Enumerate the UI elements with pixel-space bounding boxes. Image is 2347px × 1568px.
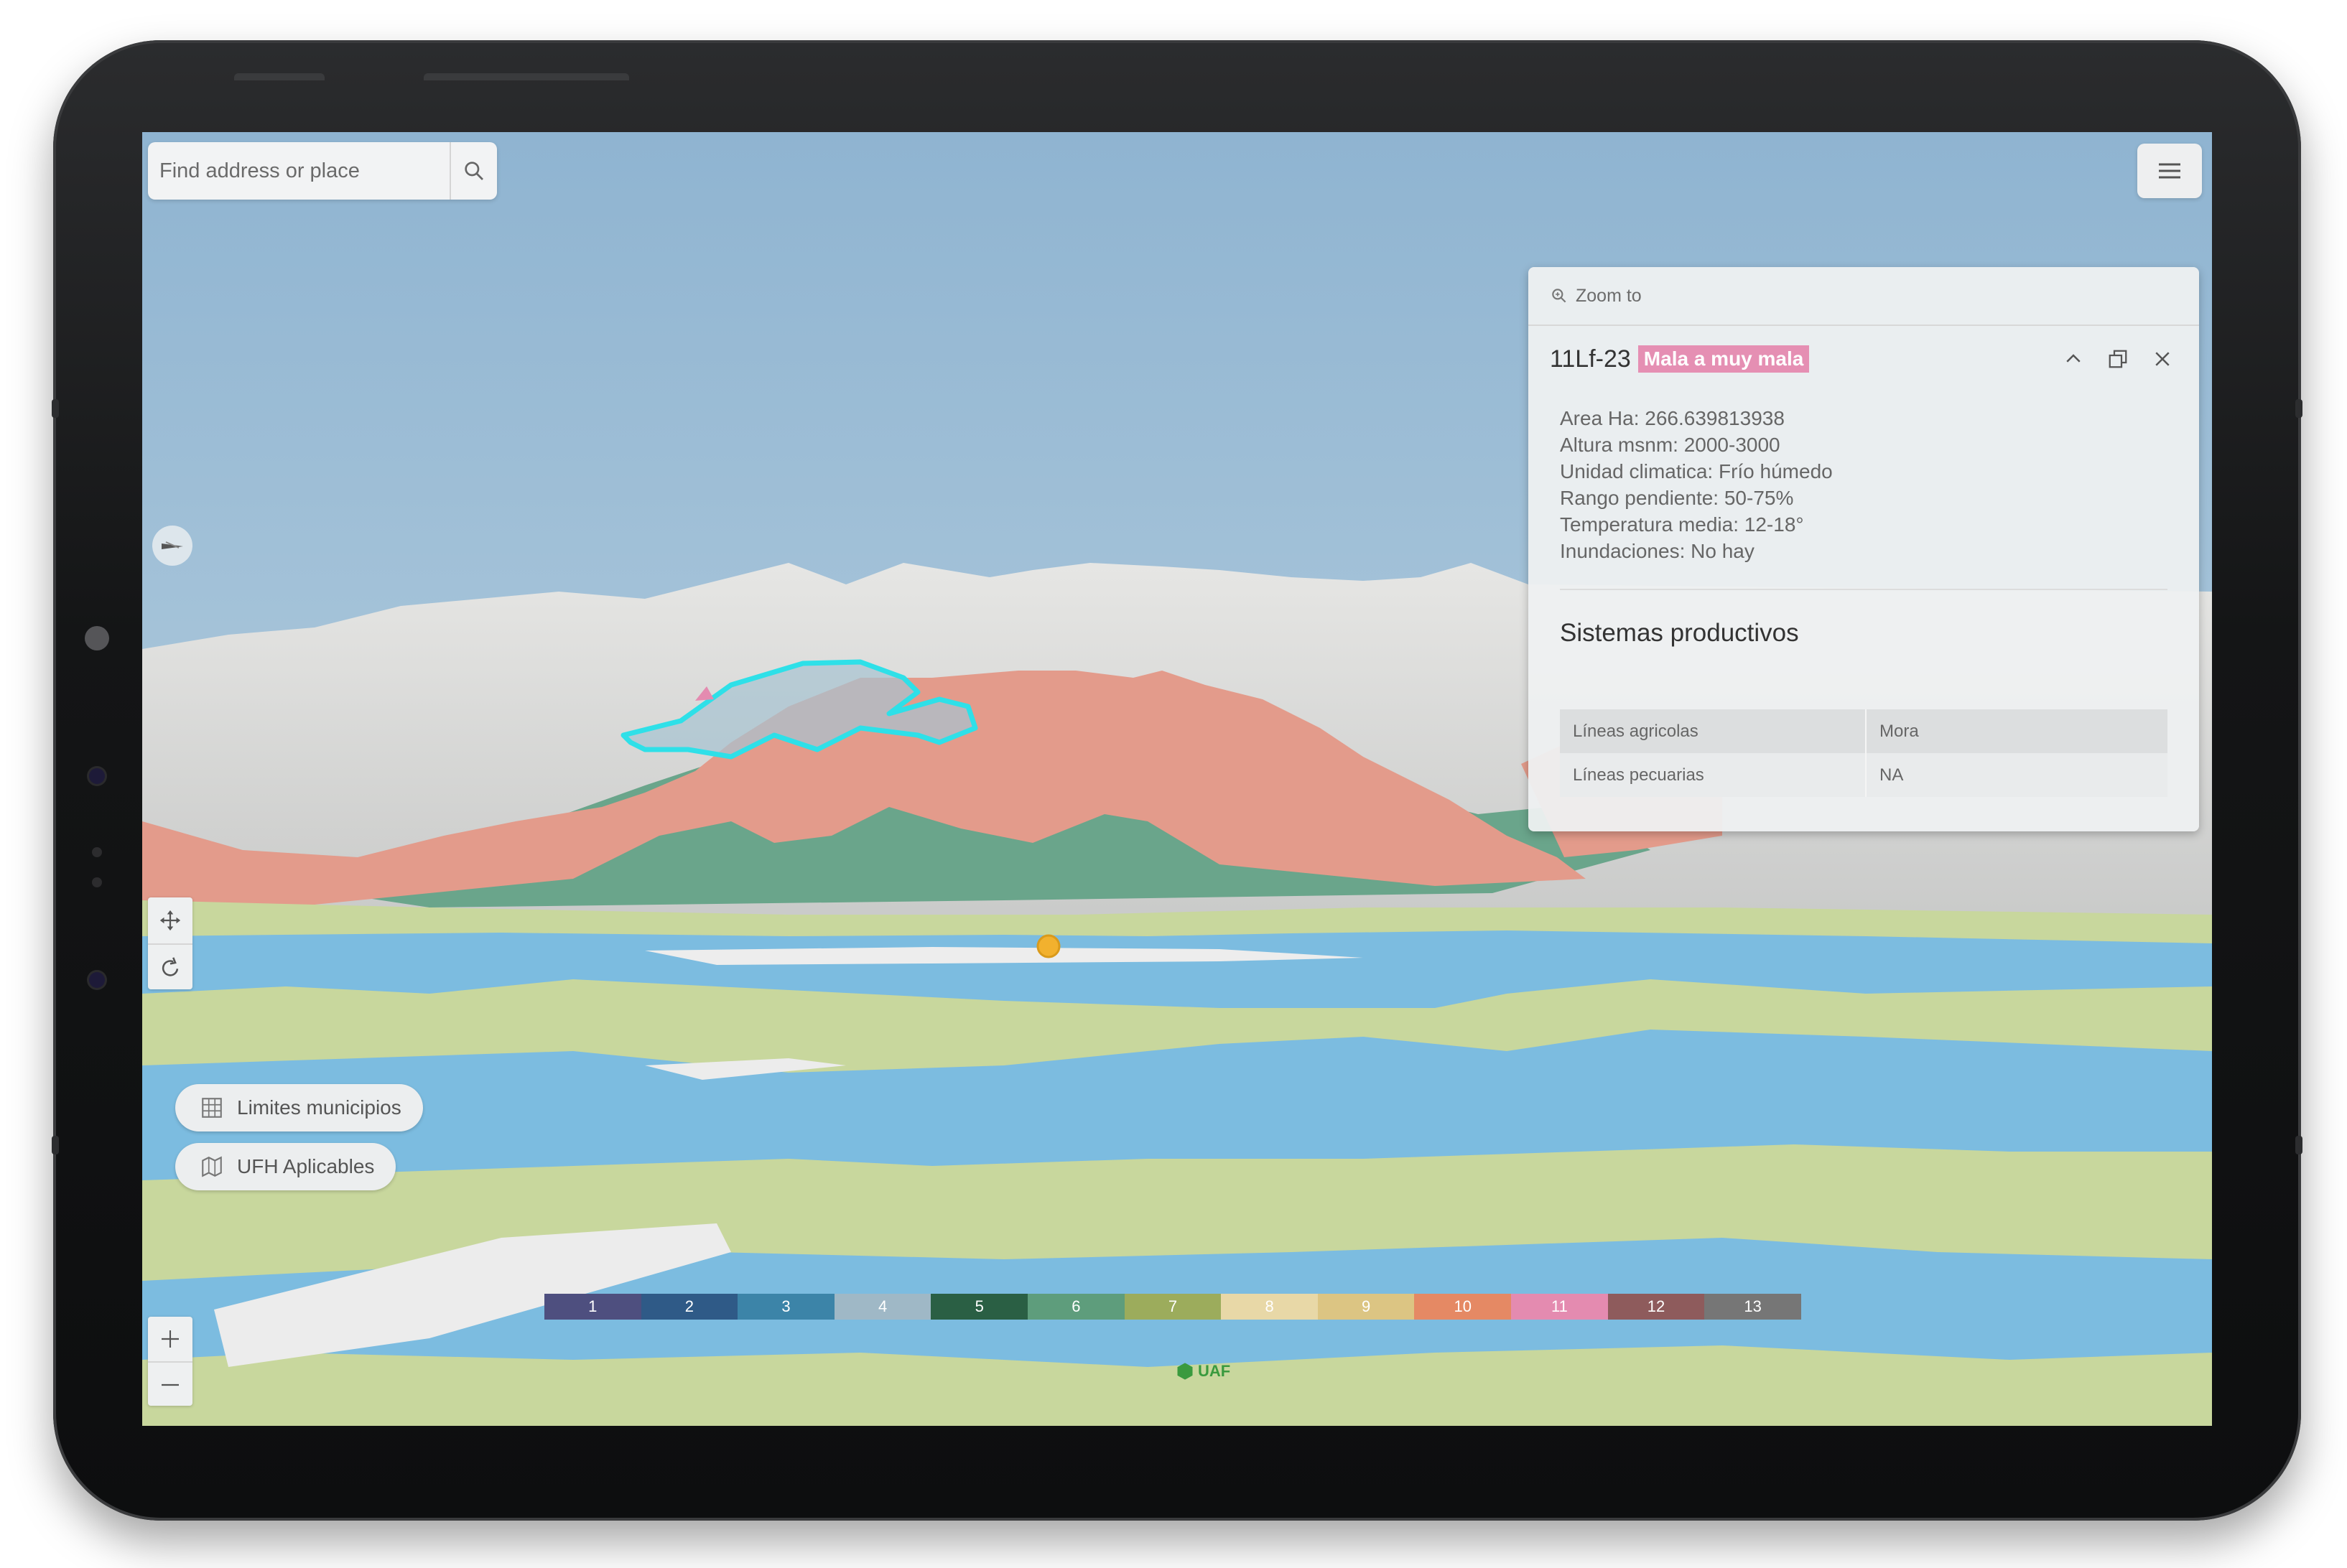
rotate-button[interactable] bbox=[148, 943, 192, 991]
legend-class-12: 12 bbox=[1607, 1294, 1705, 1320]
hamburger-menu-icon bbox=[2159, 163, 2180, 179]
sensor-dot-icon bbox=[89, 972, 105, 988]
legend-class-5: 5 bbox=[931, 1294, 1028, 1320]
zoom-to-button[interactable]: Zoom to bbox=[1528, 267, 2199, 326]
search-button[interactable] bbox=[450, 142, 497, 200]
grid-icon bbox=[200, 1096, 224, 1120]
compass-button[interactable] bbox=[152, 526, 192, 566]
legend-class-4: 4 bbox=[834, 1294, 931, 1320]
pan-button[interactable] bbox=[148, 897, 192, 943]
camera-lens-icon bbox=[85, 626, 109, 650]
zoom-controls bbox=[148, 1317, 192, 1406]
sensor-dot-icon bbox=[92, 847, 102, 857]
section-title: Sistemas productivos bbox=[1560, 619, 1799, 647]
search-widget[interactable]: Find address or place bbox=[148, 142, 497, 200]
attribute-altitude: Altura msnm: 2000-3000 bbox=[1560, 434, 1780, 456]
attribute-area: Area Ha: 266.639813938 bbox=[1560, 407, 1785, 429]
menu-button[interactable] bbox=[2137, 144, 2202, 198]
table-row: Líneas agricolas Mora bbox=[1560, 709, 2167, 753]
dock-window-icon bbox=[2109, 350, 2127, 368]
legend-class-8: 8 bbox=[1221, 1294, 1318, 1320]
quality-badge: Mala a muy mala bbox=[1637, 345, 1810, 373]
table-key: Líneas pecuarias bbox=[1560, 753, 1867, 797]
layer-chip-ufh-aplicables[interactable]: UFH Aplicables bbox=[175, 1143, 396, 1190]
close-icon bbox=[2155, 352, 2170, 366]
compass-icon bbox=[162, 541, 183, 549]
uaf-logo: UAF bbox=[1175, 1361, 1230, 1381]
table-value: Mora bbox=[1866, 709, 2167, 753]
tablet-side-button-right bbox=[2295, 399, 2302, 418]
layer-chip-label: UFH Aplicables bbox=[237, 1155, 375, 1177]
legend-class-2: 2 bbox=[641, 1294, 738, 1320]
attribute-slope: Rango pendiente: 50-75% bbox=[1560, 487, 1794, 509]
plus-icon bbox=[162, 1330, 179, 1348]
popup-attributes: Area Ha: 266.639813938 Altura msnm: 2000… bbox=[1528, 392, 2199, 564]
popup-header: 11Lf-23 Mala a muy mala bbox=[1528, 326, 2199, 392]
logo-text: UAF bbox=[1198, 1362, 1231, 1380]
productive-systems-table: Líneas agricolas Mora Líneas pecuarias N… bbox=[1560, 709, 2167, 797]
sensor-dot-icon bbox=[89, 768, 105, 784]
tablet-volume-button bbox=[424, 73, 629, 80]
legend-class-9: 9 bbox=[1317, 1294, 1415, 1320]
pan-arrows-icon bbox=[159, 910, 181, 931]
dock-button[interactable] bbox=[2096, 342, 2140, 376]
table-row: Líneas pecuarias NA bbox=[1560, 753, 2167, 797]
minus-icon bbox=[162, 1383, 179, 1386]
location-marker[interactable] bbox=[1036, 934, 1061, 958]
class-legend: 1 2 3 4 5 6 7 8 9 10 11 12 13 bbox=[544, 1294, 1801, 1320]
legend-class-13: 13 bbox=[1704, 1294, 1801, 1320]
table-value: NA bbox=[1866, 753, 2167, 797]
legend-class-7: 7 bbox=[1124, 1294, 1222, 1320]
zoom-in-button[interactable] bbox=[148, 1317, 192, 1361]
tablet-top-button bbox=[234, 73, 325, 80]
rotate-icon bbox=[162, 957, 179, 976]
collapse-button[interactable] bbox=[2051, 342, 2096, 376]
zoom-to-label: Zoom to bbox=[1576, 285, 1642, 306]
sensor-dot-icon bbox=[92, 877, 102, 887]
tablet-side-button-left bbox=[52, 399, 59, 418]
zoom-out-button[interactable] bbox=[148, 1361, 192, 1407]
uaf-logo-icon bbox=[1177, 1363, 1193, 1380]
popup-title: 11Lf-23 bbox=[1550, 345, 1631, 373]
feature-popup: Zoom to 11Lf-23 Mala a muy mala Area Ha:… bbox=[1528, 267, 2199, 831]
chevron-up-icon bbox=[2066, 354, 2081, 363]
tablet-side-button-left-lower bbox=[52, 1136, 59, 1154]
legend-class-3: 3 bbox=[738, 1294, 835, 1320]
map-screen[interactable]: Find address or place Limites municipios bbox=[142, 132, 2212, 1426]
zoom-magnifier-icon bbox=[1550, 286, 1568, 305]
legend-class-1: 1 bbox=[544, 1294, 641, 1320]
close-button[interactable] bbox=[2140, 342, 2185, 376]
layer-chip-limites-municipios[interactable]: Limites municipios bbox=[175, 1084, 423, 1131]
navigation-controls bbox=[148, 897, 192, 989]
tablet-side-button-right-lower bbox=[2295, 1136, 2302, 1154]
table-key: Líneas agricolas bbox=[1560, 709, 1867, 753]
legend-class-10: 10 bbox=[1414, 1294, 1512, 1320]
map-layers-icon bbox=[200, 1154, 224, 1179]
layer-chip-label: Limites municipios bbox=[237, 1096, 401, 1119]
attribute-climate: Unidad climatica: Frío húmedo bbox=[1560, 460, 1833, 482]
legend-class-6: 6 bbox=[1028, 1294, 1125, 1320]
search-icon bbox=[465, 162, 483, 180]
legend-class-11: 11 bbox=[1511, 1294, 1608, 1320]
attribute-temperature: Temperatura media: 12-18° bbox=[1560, 513, 1804, 536]
attribute-flooding: Inundaciones: No hay bbox=[1560, 540, 1755, 562]
search-input[interactable]: Find address or place bbox=[148, 159, 450, 183]
